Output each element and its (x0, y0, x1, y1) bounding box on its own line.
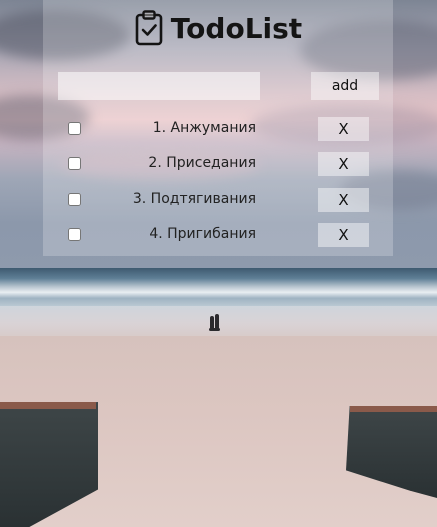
delete-button[interactable]: X (318, 188, 369, 212)
list-item: 2. Приседания X (0, 151, 437, 177)
sea (0, 268, 437, 310)
todo-label: 4. Пригибания (149, 226, 256, 242)
delete-button[interactable]: X (318, 223, 369, 247)
fence-left-rail (0, 402, 96, 409)
delete-button[interactable]: X (318, 117, 369, 141)
list-item: 3. Подтягивания X (0, 187, 437, 213)
todo-label: 3. Подтягивания (132, 191, 256, 207)
list-item: 4. Пригибания X (0, 222, 437, 248)
todo-label: 2. Приседания (148, 155, 256, 171)
todo-list: 1. Анжумания X 2. Приседания X 3. Подтяг… (0, 0, 437, 256)
list-item: 1. Анжумания X (0, 116, 437, 142)
todo-checkbox[interactable] (68, 122, 81, 135)
todo-checkbox[interactable] (68, 157, 81, 170)
todo-label: 1. Анжумания (152, 120, 256, 136)
people-figures (209, 314, 221, 334)
todo-checkbox[interactable] (68, 193, 81, 206)
delete-button[interactable]: X (318, 152, 369, 176)
fence-right-rail (350, 406, 437, 412)
todo-checkbox[interactable] (68, 228, 81, 241)
